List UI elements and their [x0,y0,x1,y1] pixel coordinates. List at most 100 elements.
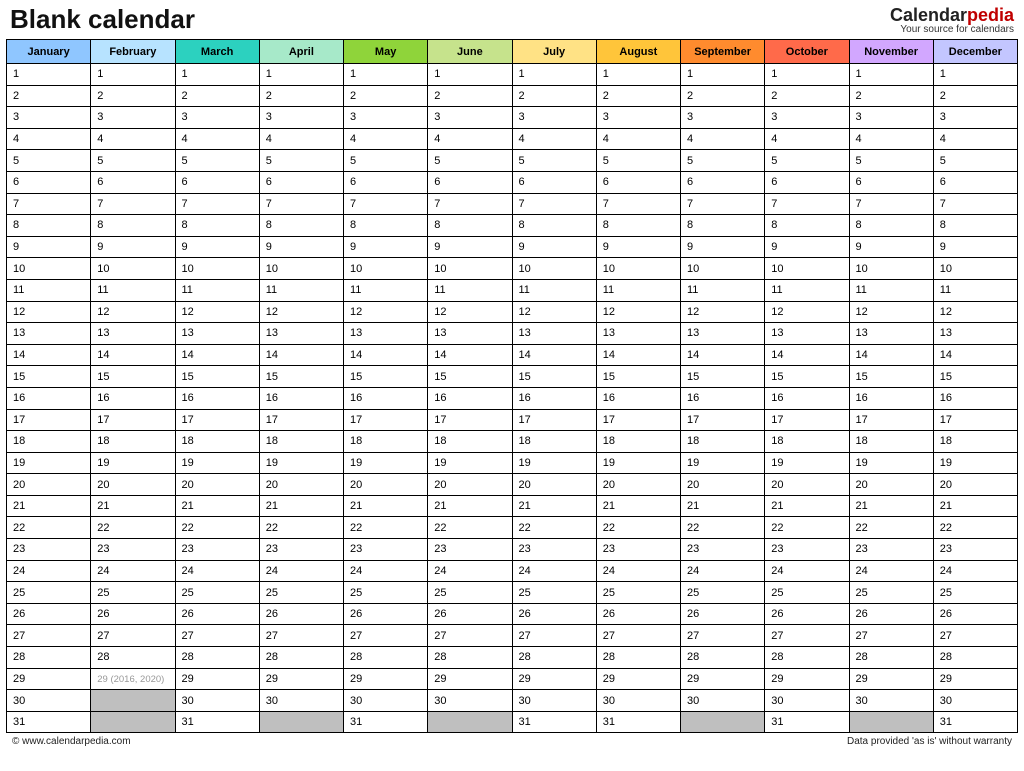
day-cell: 7 [765,193,849,215]
day-cell: 13 [681,323,765,345]
table-row: 131313131313131313131313 [7,323,1018,345]
month-header-december: December [933,40,1017,64]
day-cell: 12 [849,301,933,323]
day-cell: 24 [344,560,428,582]
day-cell: 31 [175,711,259,733]
day-cell: 8 [512,215,596,237]
table-row: 202020202020202020202020 [7,474,1018,496]
month-header-august: August [596,40,680,64]
day-cell: 28 [175,647,259,669]
day-cell: 5 [596,150,680,172]
day-cell: 9 [428,236,512,258]
day-cell: 16 [596,387,680,409]
day-cell: 18 [428,431,512,453]
day-cell: 21 [175,495,259,517]
day-cell: 22 [7,517,91,539]
day-cell: 3 [175,107,259,129]
day-cell: 3 [512,107,596,129]
month-header-january: January [7,40,91,64]
day-cell: 21 [596,495,680,517]
brand-name: Calendarpedia [890,6,1014,24]
day-cell: 8 [344,215,428,237]
day-cell: 6 [344,171,428,193]
table-row: 555555555555 [7,150,1018,172]
blank-cell [681,711,765,733]
day-cell: 27 [596,625,680,647]
day-cell: 15 [91,366,175,388]
day-cell: 4 [765,128,849,150]
day-cell: 16 [849,387,933,409]
day-cell: 23 [91,539,175,561]
day-cell: 20 [765,474,849,496]
day-cell: 12 [596,301,680,323]
day-cell: 16 [91,387,175,409]
brand-block: Calendarpedia Your source for calendars [890,4,1014,35]
table-row: 272727272727272727272727 [7,625,1018,647]
day-cell: 21 [765,495,849,517]
day-cell: 14 [512,344,596,366]
day-cell: 2 [849,85,933,107]
day-cell: 23 [765,539,849,561]
day-cell: 7 [849,193,933,215]
day-cell: 22 [175,517,259,539]
day-cell: 17 [7,409,91,431]
day-cell: 23 [175,539,259,561]
day-cell: 6 [512,171,596,193]
day-cell: 22 [681,517,765,539]
day-cell: 4 [91,128,175,150]
day-cell: 10 [596,258,680,280]
day-cell: 18 [596,431,680,453]
table-row: 31313131313131 [7,711,1018,733]
day-cell: 8 [681,215,765,237]
day-cell: 17 [933,409,1017,431]
day-cell: 12 [512,301,596,323]
day-cell: 9 [849,236,933,258]
day-cell: 1 [933,64,1017,86]
day-cell: 13 [7,323,91,345]
day-cell: 5 [512,150,596,172]
day-cell: 21 [259,495,343,517]
day-cell: 27 [344,625,428,647]
table-row: 181818181818181818181818 [7,431,1018,453]
day-cell: 30 [259,690,343,712]
day-cell: 27 [175,625,259,647]
day-cell: 1 [596,64,680,86]
table-row: 282828282828282828282828 [7,647,1018,669]
day-cell: 3 [259,107,343,129]
day-cell: 31 [765,711,849,733]
day-cell: 11 [681,279,765,301]
day-cell: 12 [91,301,175,323]
day-cell: 13 [596,323,680,345]
day-cell: 23 [596,539,680,561]
day-cell: 14 [849,344,933,366]
day-cell: 8 [91,215,175,237]
day-cell: 14 [7,344,91,366]
table-row: 161616161616161616161616 [7,387,1018,409]
calendar-header-row: JanuaryFebruaryMarchAprilMayJuneJulyAugu… [7,40,1018,64]
day-cell: 25 [91,582,175,604]
day-cell: 10 [933,258,1017,280]
day-cell: 4 [933,128,1017,150]
day-cell: 2 [681,85,765,107]
blank-cell [428,711,512,733]
day-cell: 22 [259,517,343,539]
day-cell: 22 [849,517,933,539]
day-cell: 24 [259,560,343,582]
day-cell: 15 [7,366,91,388]
day-cell: 7 [933,193,1017,215]
day-cell: 6 [259,171,343,193]
day-cell: 13 [259,323,343,345]
day-cell: 23 [512,539,596,561]
day-cell: 6 [91,171,175,193]
table-row: 141414141414141414141414 [7,344,1018,366]
day-cell: 13 [91,323,175,345]
day-cell: 20 [933,474,1017,496]
day-cell: 2 [596,85,680,107]
day-cell: 15 [512,366,596,388]
day-cell: 10 [259,258,343,280]
day-cell: 17 [512,409,596,431]
day-cell: 16 [512,387,596,409]
day-cell: 13 [175,323,259,345]
day-cell: 14 [91,344,175,366]
day-cell: 2 [259,85,343,107]
